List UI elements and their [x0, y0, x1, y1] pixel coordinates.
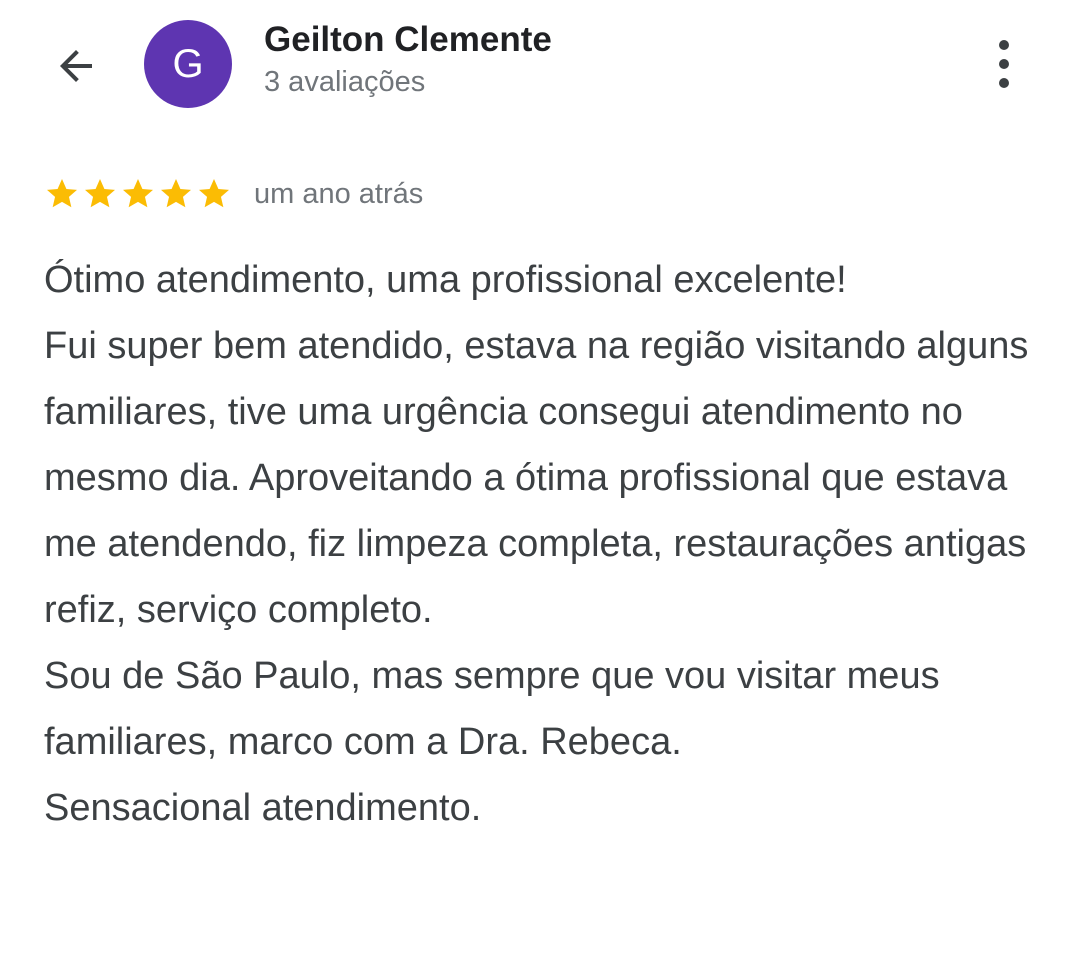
reviewer-name[interactable]: Geilton Clemente [264, 20, 552, 60]
star-icon [85, 179, 115, 208]
avatar[interactable]: G [144, 20, 232, 108]
rating-row: um ano atrás [44, 172, 423, 216]
review-text: Ótimo atendimento, uma profissional exce… [44, 259, 1029, 829]
star-icon [47, 179, 77, 208]
review-header: G Geilton Clemente 3 avaliações [0, 0, 1080, 130]
star-icon [123, 179, 153, 208]
star-icon [161, 179, 191, 208]
star-icon [199, 179, 229, 208]
avatar-letter: G [172, 41, 204, 86]
more-vertical-icon [999, 40, 1009, 88]
more-options-button[interactable] [978, 34, 1030, 94]
review-date: um ano atrás [254, 177, 424, 210]
arrow-back-icon [60, 50, 92, 82]
star-rating [44, 176, 232, 212]
reviewer-review-count: 3 avaliações [264, 66, 426, 98]
back-button[interactable] [46, 36, 106, 96]
